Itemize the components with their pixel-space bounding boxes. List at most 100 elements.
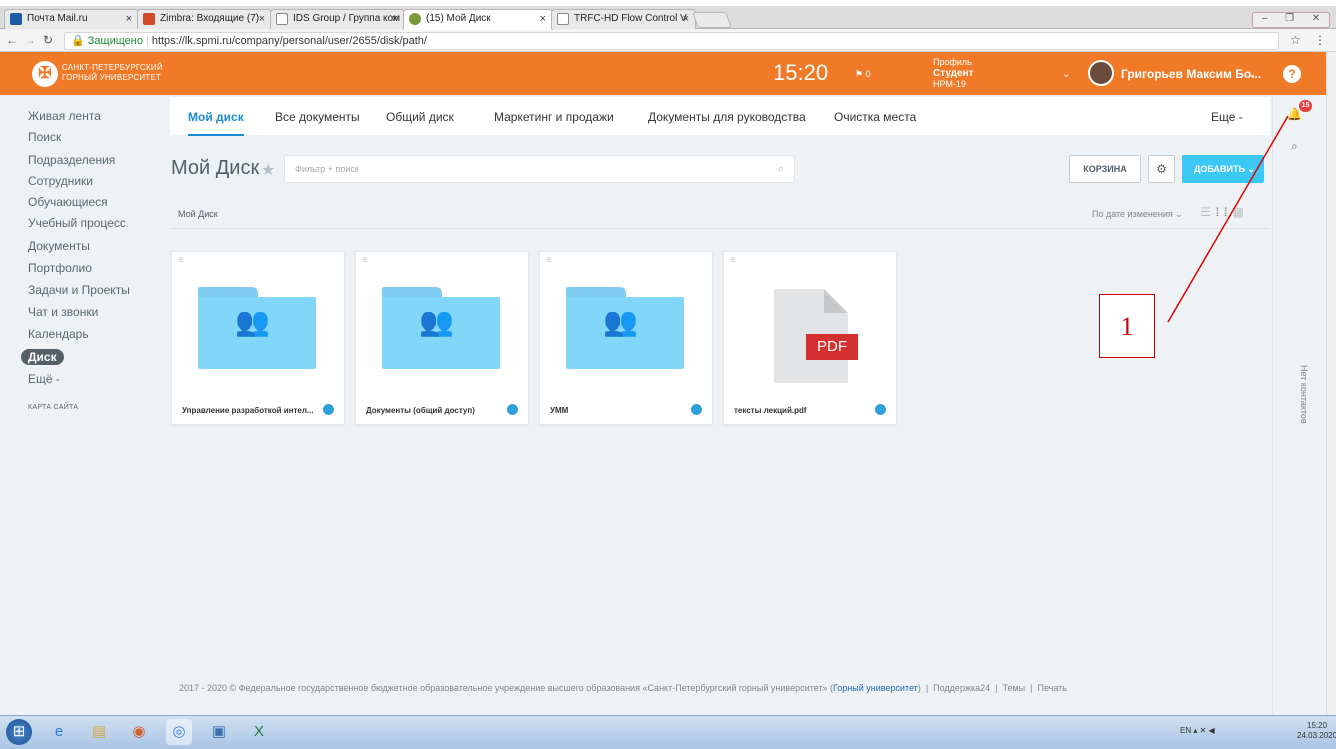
help-icon[interactable]: ?	[1283, 65, 1301, 83]
taskbar-clock[interactable]: 15:20 24.03.2020	[1297, 721, 1336, 741]
search-icon[interactable]: ⌕	[1291, 139, 1298, 154]
browser-tab[interactable]: IDS Group / Группа ком ×	[270, 9, 405, 29]
footer-support-link[interactable]: Поддержка24	[933, 683, 990, 693]
menu-icon[interactable]: ≡	[178, 255, 184, 266]
page-scrollbar[interactable]	[1326, 52, 1336, 715]
header-clock[interactable]: 15:20	[773, 60, 828, 86]
file-name[interactable]: УММ	[550, 406, 690, 415]
search-icon[interactable]: ⌕	[778, 156, 784, 182]
chevron-down-icon[interactable]: ⌄	[1062, 69, 1070, 80]
tab-cleanup[interactable]: Очистка места	[834, 110, 916, 124]
university-logo-icon[interactable]: ✠	[32, 61, 58, 87]
menu-icon[interactable]: ≡	[362, 255, 368, 266]
bookmark-star-icon[interactable]: ☆	[1290, 33, 1301, 47]
sidebar-item-more[interactable]: Ещё -	[28, 372, 60, 386]
chevron-down-icon[interactable]: ⌄	[1248, 69, 1256, 80]
network-icon[interactable]: ✕	[1200, 726, 1207, 735]
sidebar-item-employees[interactable]: Сотрудники	[28, 174, 93, 188]
taskbar-date: 24.03.2020	[1297, 731, 1336, 740]
sidebar-item-disk[interactable]: Диск	[21, 349, 64, 365]
sidebar-item-students[interactable]: Обучающиеся	[28, 195, 108, 209]
browser-menu-icon[interactable]: ⋮	[1314, 33, 1326, 47]
add-button[interactable]: ДОБАВИТЬ ⌄	[1182, 155, 1264, 183]
url-field[interactable]: 🔒 Защищено | https://lk.spmi.ru/company/pe…	[64, 32, 1279, 50]
tab-management-docs[interactable]: Документы для руководства	[648, 110, 806, 124]
close-icon[interactable]: ×	[540, 10, 546, 28]
start-button-icon[interactable]: ⊞	[6, 719, 32, 745]
grid-view-icon[interactable]: ▦	[1232, 205, 1248, 219]
menu-icon[interactable]: ≡	[546, 255, 552, 266]
search-input[interactable]: Фильтр + поиск ⌕	[284, 155, 795, 183]
excel-icon[interactable]: X	[246, 719, 272, 745]
browser-tab[interactable]: TRFC-HD Flow Control V ×	[551, 9, 696, 29]
file-name[interactable]: Управление разработкой интел...	[182, 406, 322, 415]
tab-marketing[interactable]: Маркетинг и продажи	[494, 110, 614, 124]
notification-badge[interactable]: 15	[1299, 100, 1312, 112]
restore-icon[interactable]: ❐	[1285, 13, 1294, 27]
footer-print-link[interactable]: Печать	[1037, 683, 1066, 693]
breadcrumb[interactable]: Мой Диск	[178, 209, 218, 219]
tab-more[interactable]: Еще -	[1211, 110, 1243, 124]
logo-line-1: САНКТ-ПЕТЕРБУРГСКИЙ	[62, 63, 163, 72]
chrome-icon[interactable]: ◎	[166, 719, 192, 745]
reload-icon[interactable]: ↻	[43, 33, 53, 47]
close-icon[interactable]: ×	[683, 10, 689, 28]
tile-view-icon[interactable]: ⁞⁞	[1216, 205, 1233, 219]
favorite-star-icon[interactable]: ★	[261, 160, 275, 180]
word-icon[interactable]: ▣	[206, 719, 232, 745]
sidebar-item-search[interactable]: Поиск	[28, 130, 61, 144]
file-name[interactable]: тексты лекций.pdf	[734, 406, 874, 415]
tab-my-disk[interactable]: Мой диск	[188, 110, 244, 136]
footer-themes-link[interactable]: Темы	[1002, 683, 1025, 693]
window-controls[interactable]: – ❐ ✕	[1252, 12, 1330, 28]
browser-tab[interactable]: Почта Mail.ru ×	[4, 9, 139, 29]
trash-button[interactable]: КОРЗИНА	[1069, 155, 1141, 183]
file-card[interactable]: ≡ 👥 УММ	[539, 251, 713, 425]
list-view-icon[interactable]: ☰	[1200, 205, 1216, 219]
sidebar-item-feed[interactable]: Живая лента	[28, 109, 101, 123]
file-card[interactable]: ≡ PDF тексты лекций.pdf	[723, 251, 897, 425]
sitemap-link[interactable]: КАРТА САЙТА	[28, 404, 78, 411]
sidebar-item-departments[interactable]: Подразделения	[28, 153, 115, 167]
minimize-icon[interactable]: –	[1262, 13, 1268, 27]
sidebar-item-tasks[interactable]: Задачи и Проекты	[28, 283, 130, 297]
sidebar-item-calendar[interactable]: Календарь	[28, 327, 89, 341]
browser-tab-active[interactable]: (15) Мой Диск ×	[403, 9, 553, 30]
sidebar-item-portfolio[interactable]: Портфолио	[28, 261, 92, 275]
file-card[interactable]: ≡ 👥 Документы (общий доступ)	[355, 251, 529, 425]
sort-dropdown[interactable]: По дате изменения ⌄	[1092, 209, 1183, 220]
language-indicator[interactable]: EN	[1180, 726, 1191, 735]
taskbar-time: 15:20	[1307, 721, 1328, 730]
footer-university-link[interactable]: Горный университет	[833, 683, 918, 693]
logo-text[interactable]: САНКТ-ПЕТЕРБУРГСКИЙ ГОРНЫЙ УНИВЕРСИТЕТ	[62, 63, 163, 83]
close-window-icon[interactable]: ✕	[1312, 13, 1320, 27]
system-tray[interactable]: EN ▴ ✕ ◀	[1180, 726, 1215, 735]
sidebar-item-documents[interactable]: Документы	[28, 239, 90, 253]
explorer-folder-icon[interactable]: ▤	[86, 719, 112, 745]
sidebar-item-chat[interactable]: Чат и звонки	[28, 305, 98, 319]
avatar[interactable]	[1088, 60, 1114, 86]
menu-icon[interactable]: ≡	[730, 255, 736, 266]
outlook-icon[interactable]: ◉	[126, 719, 152, 745]
close-icon[interactable]: ×	[392, 10, 398, 28]
profile-label: Профиль	[933, 57, 972, 67]
forward-icon[interactable]: →	[24, 33, 36, 47]
close-icon[interactable]: ×	[259, 10, 265, 28]
back-icon[interactable]: ←	[6, 33, 18, 47]
sidebar-item-education[interactable]: Учебный процесс	[28, 216, 126, 230]
close-icon[interactable]: ×	[126, 10, 132, 28]
tab-shared-disk[interactable]: Общий диск	[386, 110, 454, 124]
speaker-icon[interactable]: ◀	[1209, 726, 1215, 735]
left-sidebar: Живая лента Поиск Подразделения Сотрудни…	[0, 95, 160, 715]
browser-tab[interactable]: Zimbra: Входящие (7) ×	[137, 9, 272, 29]
new-tab-button[interactable]	[692, 12, 732, 28]
ie-icon[interactable]: e	[46, 719, 72, 745]
flag-counter[interactable]: ⚑ 0	[855, 69, 871, 80]
user-name[interactable]: Григорьев Максим Бо...	[1121, 67, 1261, 81]
profile-status[interactable]: Профиль Студент НРМ-19	[933, 57, 974, 90]
gear-icon[interactable]: ⚙	[1148, 155, 1175, 183]
file-card[interactable]: ≡ 👥 Управление разработкой интел...	[171, 251, 345, 425]
tab-all-documents[interactable]: Все документы	[275, 110, 360, 124]
file-name[interactable]: Документы (общий доступ)	[366, 406, 506, 415]
add-button-label: ДОБАВИТЬ	[1194, 164, 1245, 174]
